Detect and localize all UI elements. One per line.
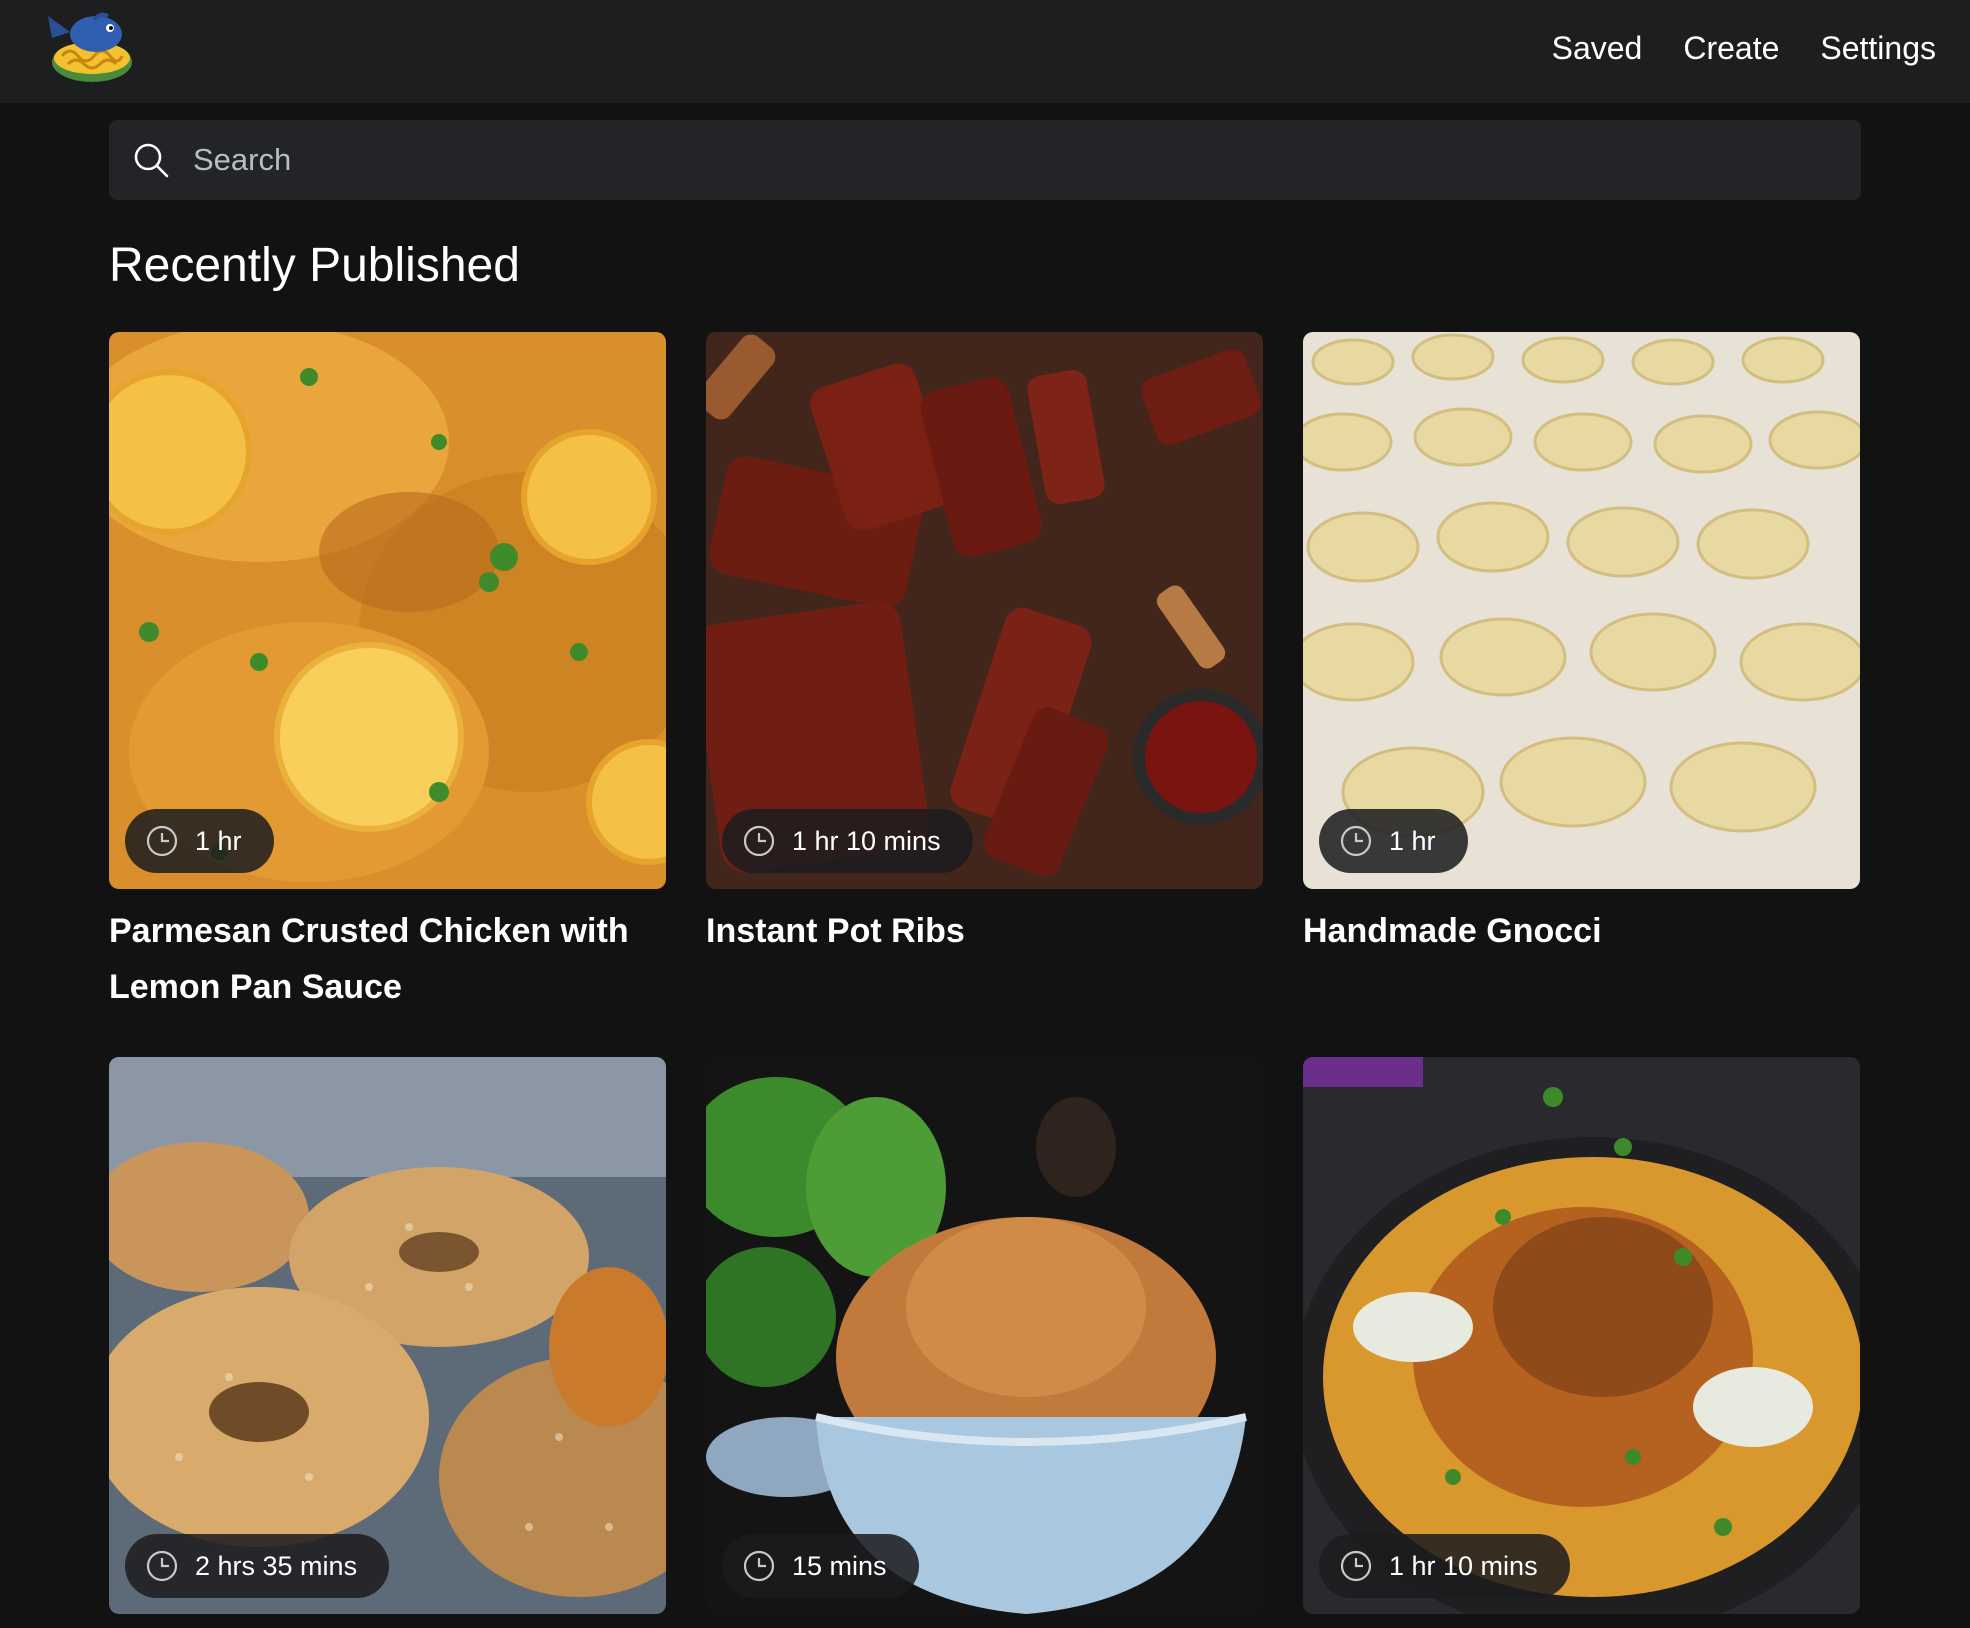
search-bar bbox=[109, 120, 1861, 200]
gnocchi-photo-icon[interactable]: 1 hr bbox=[1303, 332, 1860, 889]
recipe-title[interactable]: Instant Pot Ribs bbox=[706, 903, 1263, 959]
search-input[interactable] bbox=[191, 129, 1861, 191]
time-badge: 2 hrs 35 mins bbox=[125, 1534, 390, 1598]
recipe-title[interactable]: Handmade Gnocci bbox=[1303, 903, 1860, 959]
chicken-lemon-photo-icon[interactable]: 1 hr bbox=[109, 332, 666, 889]
nav-link-saved[interactable]: Saved bbox=[1552, 30, 1643, 67]
recipe-card[interactable]: 1 hr Parmesan Crusted Chicken with Lemon… bbox=[109, 332, 666, 1015]
recipe-card[interactable]: 1 hr 10 mins bbox=[1303, 1057, 1860, 1628]
chicken-rice-photo-icon[interactable]: 1 hr 10 mins bbox=[1303, 1057, 1860, 1614]
nav-links: Saved Create Settings bbox=[1552, 0, 1936, 96]
recipe-time: 1 hr 10 mins bbox=[792, 825, 941, 856]
recipe-card[interactable]: 2 hrs 35 mins bbox=[109, 1057, 666, 1628]
clock-icon bbox=[146, 825, 178, 857]
spice-bowl-photo-icon[interactable]: 15 mins bbox=[706, 1057, 1263, 1614]
recipe-title[interactable]: Parmesan Crusted Chicken with Lemon Pan … bbox=[109, 903, 666, 1015]
recipe-grid: 1 hr Parmesan Crusted Chicken with Lemon… bbox=[109, 332, 1861, 1628]
clock-icon bbox=[1340, 1550, 1372, 1582]
recipe-time: 2 hrs 35 mins bbox=[195, 1550, 358, 1581]
recipe-card[interactable]: 15 mins bbox=[706, 1057, 1263, 1628]
recipe-time: 1 hr bbox=[195, 825, 242, 856]
clock-icon bbox=[743, 1550, 775, 1582]
clock-icon bbox=[1340, 825, 1372, 857]
time-badge: 1 hr 10 mins bbox=[722, 809, 973, 873]
clock-icon bbox=[743, 825, 775, 857]
app-logo-icon[interactable] bbox=[34, 6, 146, 90]
recipe-card[interactable]: 1 hr 10 mins Instant Pot Ribs bbox=[706, 332, 1263, 1015]
search-icon[interactable] bbox=[131, 140, 171, 180]
time-badge: 1 hr bbox=[125, 809, 274, 873]
section-title: Recently Published bbox=[109, 239, 520, 292]
nav-link-create[interactable]: Create bbox=[1683, 30, 1779, 67]
clock-icon bbox=[146, 1550, 178, 1582]
recipe-time: 1 hr 10 mins bbox=[1389, 1550, 1538, 1581]
time-badge: 1 hr bbox=[1319, 809, 1468, 873]
recipe-time: 15 mins bbox=[792, 1550, 887, 1581]
recipe-card[interactable]: 1 hr Handmade Gnocci bbox=[1303, 332, 1860, 1015]
nav-link-settings[interactable]: Settings bbox=[1820, 30, 1936, 67]
top-navbar: Saved Create Settings bbox=[0, 0, 1970, 103]
recipe-time: 1 hr bbox=[1389, 825, 1436, 856]
bbq-ribs-photo-icon[interactable]: 1 hr 10 mins bbox=[706, 332, 1263, 889]
bagels-photo-icon[interactable]: 2 hrs 35 mins bbox=[109, 1057, 666, 1614]
time-badge: 15 mins bbox=[722, 1534, 919, 1598]
time-badge: 1 hr 10 mins bbox=[1319, 1534, 1570, 1598]
